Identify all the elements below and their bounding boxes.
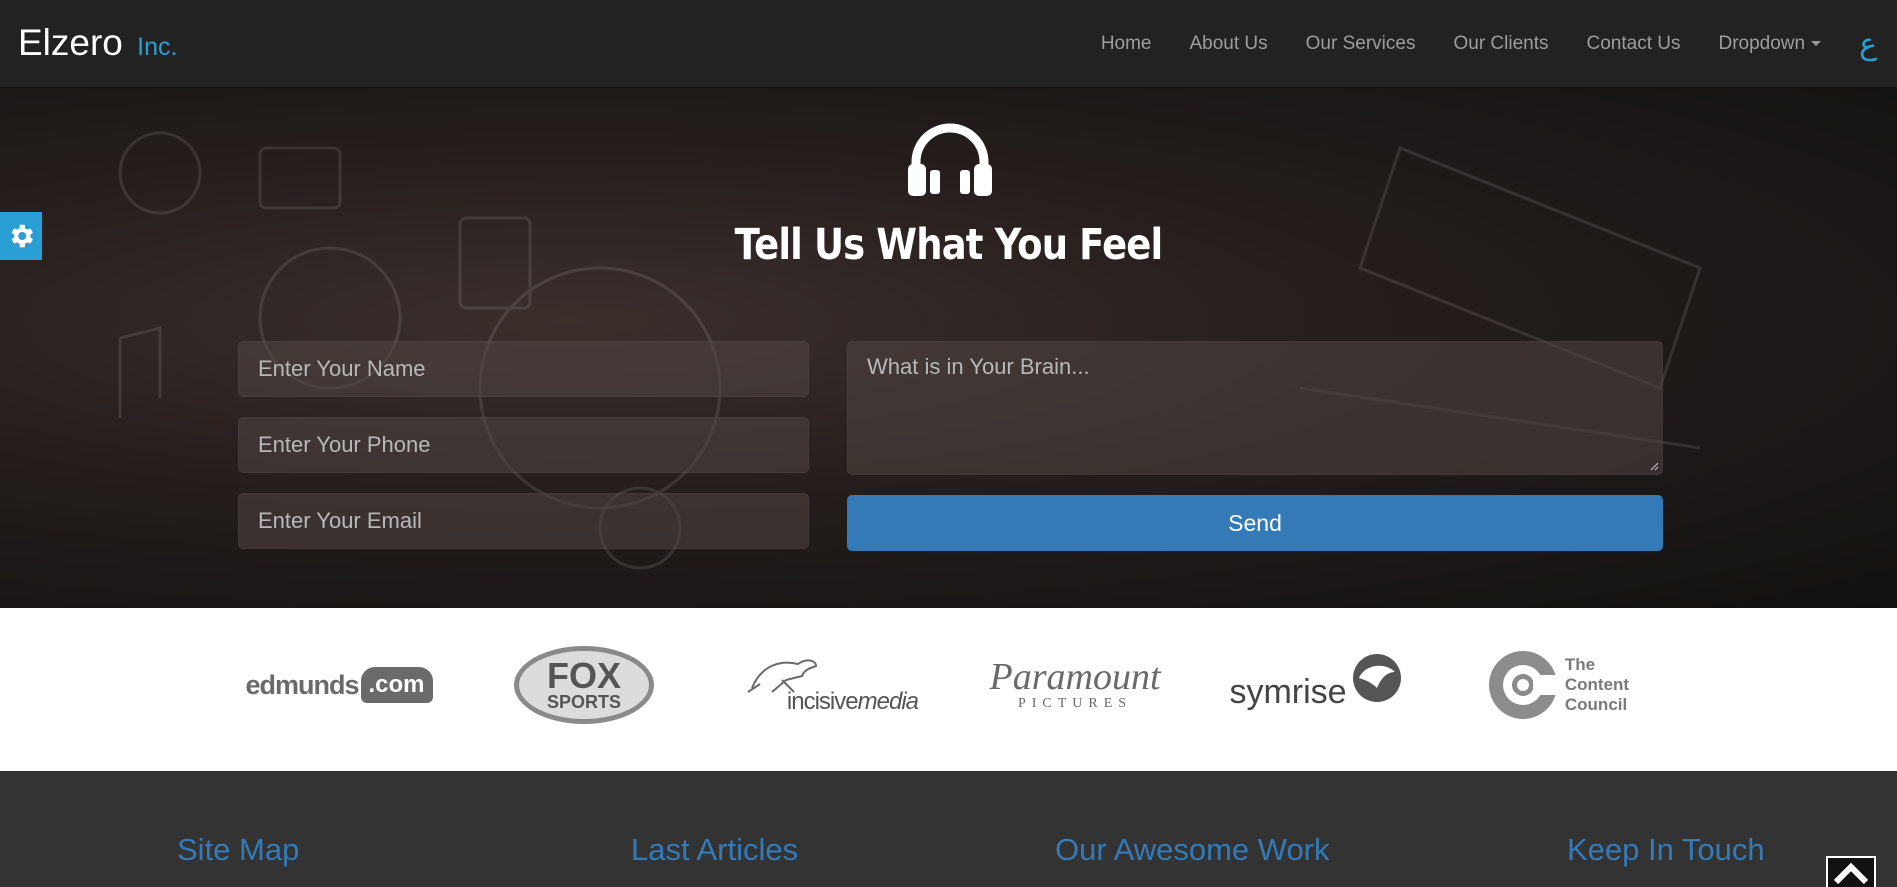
footer-heading-our-awesome-work: Our Awesome Work [1055, 832, 1330, 867]
name-input[interactable]: Enter Your Name [238, 341, 809, 397]
fox-text: FOX [546, 655, 621, 696]
language-toggle[interactable]: ع [1859, 27, 1877, 62]
brand-suffix: Inc. [137, 33, 178, 61]
contact-title: Tell Us What You Feel [734, 220, 1164, 270]
name-placeholder: Enter Your Name [258, 356, 426, 381]
email-placeholder: Enter Your Email [258, 508, 422, 533]
symrise-logo: symrise [1226, 640, 1406, 730]
edmunds-text: edmunds [245, 669, 359, 700]
footer-heading-last-articles: Last Articles [631, 832, 799, 867]
edmunds-logo: edmunds .com [245, 640, 433, 730]
main-nav: Home About Us Our Services Our Clients C… [1063, 0, 1877, 88]
fox-sub: SPORTS [546, 692, 621, 712]
nav-our-services[interactable]: Our Services [1306, 33, 1416, 55]
brand-name: Elzero [18, 22, 123, 63]
send-button[interactable]: Send [847, 495, 1663, 551]
settings-toggle[interactable] [0, 212, 42, 260]
content-council-line-1: The [1564, 655, 1596, 674]
content-council-line-2: Content [1564, 675, 1630, 694]
chevron-up-icon [1833, 862, 1869, 884]
incisive-text: incisive [786, 688, 859, 715]
paramount-sub: PICTURES [1017, 696, 1133, 711]
brand-logo[interactable]: Elzero Inc. [18, 22, 177, 64]
symrise-emblem-icon [1352, 654, 1401, 702]
paramount-logo: Paramount PICTURES [989, 640, 1161, 730]
footer-heading-keep-in-touch: Keep In Touch [1567, 832, 1765, 867]
content-council-logo: The Content Council [1482, 640, 1634, 730]
nav-home[interactable]: Home [1101, 33, 1152, 55]
nav-our-clients[interactable]: Our Clients [1453, 33, 1548, 55]
email-input[interactable]: Enter Your Email [238, 493, 809, 549]
nav-contact-us[interactable]: Contact Us [1587, 33, 1681, 55]
nav-dropdown-label: Dropdown [1718, 33, 1806, 54]
footer-heading-site-map: Site Map [177, 832, 300, 867]
edmunds-badge: .com [360, 667, 433, 703]
incisivemedia-logo: incisivemedia [742, 640, 919, 730]
footer [0, 771, 1897, 887]
phone-input[interactable]: Enter Your Phone [238, 417, 809, 473]
symrise-text: symrise [1229, 672, 1347, 711]
incisive-sub: media [857, 688, 919, 715]
nav-about-us[interactable]: About Us [1190, 33, 1268, 55]
contact-section: Tell Us What You Feel Enter Your Name En… [0, 88, 1897, 608]
caret-down-icon [1811, 41, 1822, 47]
top-navbar: Elzero Inc. Home About Us Our Services O… [0, 0, 1897, 88]
fox-sports-logo: FOX SPORTS [512, 640, 656, 730]
paramount-text: Paramount [989, 656, 1161, 698]
message-placeholder: What is in Your Brain... [867, 354, 1090, 379]
content-council-line-3: Council [1564, 695, 1628, 714]
resize-handle-icon[interactable] [1649, 461, 1659, 471]
content-council-emblem-icon [1488, 651, 1559, 719]
headphones-icon [908, 123, 992, 196]
nav-dropdown[interactable]: Dropdown [1718, 33, 1822, 55]
gear-icon [11, 224, 33, 248]
scroll-to-top-button[interactable] [1826, 856, 1876, 887]
phone-placeholder: Enter Your Phone [258, 432, 431, 457]
message-textarea[interactable]: What is in Your Brain... [847, 341, 1663, 475]
